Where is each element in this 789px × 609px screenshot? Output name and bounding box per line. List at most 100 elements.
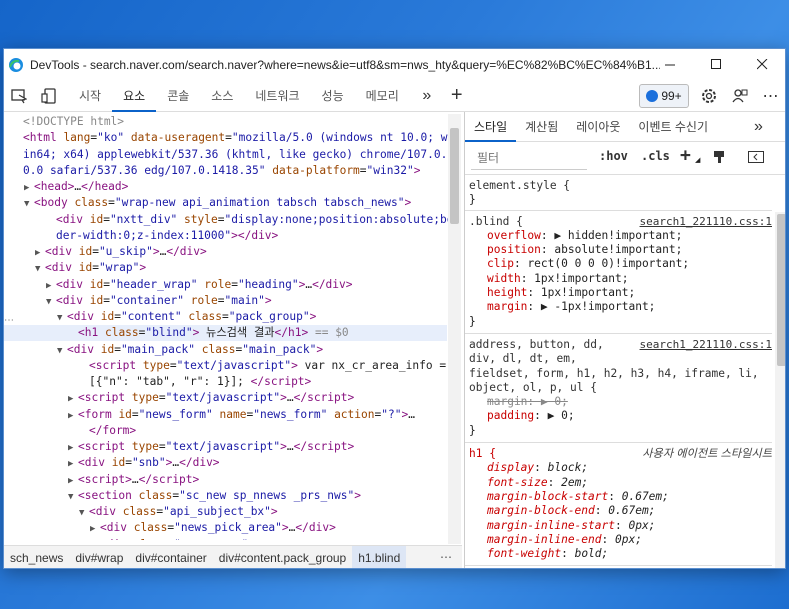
rule-selector[interactable]: element.style { — [469, 179, 772, 193]
dom-node-line[interactable]: ▼ <div id="container" role="main"> — [4, 293, 447, 309]
style-declaration[interactable]: position: absolute!important; — [469, 243, 772, 257]
property-value[interactable]: ▶ hidden!important; — [554, 229, 682, 242]
property-name[interactable]: margin — [487, 300, 527, 313]
inspect-element-button[interactable] — [4, 81, 34, 111]
dom-node-line[interactable]: ▶ <script type="text/javascript">…</scrip… — [4, 439, 447, 455]
style-rule[interactable]: element.style {} — [465, 175, 772, 211]
property-name[interactable]: position — [487, 243, 541, 256]
dom-node-line[interactable]: ▶ <script>…</script> — [4, 472, 447, 488]
style-declaration[interactable]: height: 1px!important; — [469, 286, 772, 300]
tab-5[interactable]: 성능 — [311, 80, 355, 112]
property-value[interactable]: bold; — [575, 547, 609, 560]
more-options-button[interactable]: ⋯ — [756, 81, 785, 111]
style-declaration[interactable]: margin-inline-start: 0px; — [469, 519, 772, 533]
tab-4[interactable]: 네트워크 — [244, 80, 310, 112]
property-name[interactable]: margin-block-start — [487, 490, 608, 503]
property-value[interactable]: absolute!important; — [554, 243, 682, 256]
elements-tree[interactable]: <!DOCTYPE html> <html lang="ko" data-use… — [4, 112, 462, 540]
style-rule[interactable]: .blind {search1_221110.css:1 overflow: ▶ … — [465, 211, 772, 334]
expand-arrow-icon[interactable]: ▶ — [68, 391, 78, 407]
property-name[interactable]: overflow — [487, 229, 541, 242]
style-declaration[interactable]: margin: ▶ 0; — [469, 395, 772, 409]
style-declaration[interactable]: width: 1px!important; — [469, 272, 772, 286]
property-name[interactable]: font-size — [487, 476, 548, 489]
property-name[interactable]: display — [487, 461, 534, 474]
selected-node-ellipsis-icon[interactable]: ⋯ — [4, 315, 14, 326]
style-declaration[interactable]: margin-block-start: 0.67em; — [469, 490, 772, 504]
maximize-button[interactable] — [693, 49, 739, 80]
property-name[interactable]: margin-inline-end — [487, 533, 602, 546]
property-value[interactable]: ▶ 0; — [541, 395, 568, 408]
dom-node-line[interactable]: [{"n": "tab", "r": 1}]; </script> — [4, 374, 447, 390]
dom-node-line[interactable]: 0.0 safari/537.36 edg/107.0.1418.35" dat… — [4, 163, 447, 179]
dom-node-line[interactable]: der-width:0;z-index:11000"></div> — [4, 228, 447, 244]
dom-node-line[interactable]: ▼ <div id="content" class="pack_group"> — [4, 309, 447, 325]
property-value[interactable]: 0px; — [615, 533, 642, 546]
expand-arrow-icon[interactable]: ▶ — [68, 456, 78, 472]
property-value[interactable]: 0px; — [628, 519, 655, 532]
dom-node-line[interactable]: <html lang="ko" data-useragent="mozilla/… — [4, 130, 447, 146]
collapse-arrow-icon[interactable]: ▼ — [68, 489, 78, 505]
property-value[interactable]: 1px!important; — [541, 286, 635, 299]
expand-arrow-icon[interactable]: ▶ — [68, 473, 78, 489]
style-declaration[interactable]: padding: ▶ 0; — [469, 409, 772, 423]
computed-sidebar-toggle-icon[interactable] — [748, 151, 764, 163]
property-name[interactable]: clip — [487, 257, 514, 270]
styles-scrollbar[interactable] — [775, 212, 785, 568]
breadcrumb-more-icon[interactable]: ⋯ — [440, 550, 452, 564]
collapse-arrow-icon[interactable]: ▼ — [57, 343, 67, 359]
dom-node-line[interactable]: ▼ <section class="sc_new sp_nnews _prs_nw… — [4, 488, 447, 504]
styles-tab-2[interactable]: 레이아웃 — [567, 112, 629, 142]
breadcrumb-item[interactable]: h1.blind — [352, 546, 407, 568]
tab-0[interactable]: 시작 — [68, 80, 112, 112]
elements-scrollbar-thumb[interactable] — [450, 128, 459, 224]
styles-tab-0[interactable]: 스타일 — [465, 112, 517, 142]
tab-1[interactable]: 요소 — [112, 80, 157, 112]
expand-arrow-icon[interactable]: ▶ — [90, 538, 100, 541]
minimize-button[interactable] — [647, 49, 693, 80]
dom-node-line[interactable]: <h1 class="blind"> 뉴스검색 결과</h1> == $0 — [4, 325, 447, 342]
dom-node-line[interactable]: ▼ <div id="main_pack" class="main_pack"> — [4, 342, 447, 358]
property-name[interactable]: margin — [487, 395, 527, 408]
elements-scrollbar[interactable] — [448, 114, 461, 544]
rule-source-link[interactable]: search1_221110.css:1 — [640, 215, 772, 229]
property-name[interactable]: margin-block-end — [487, 504, 595, 517]
dom-node-line[interactable]: ▶ <head>…</head> — [4, 179, 447, 195]
styles-scrollbar-thumb[interactable] — [777, 214, 785, 366]
expand-arrow-icon[interactable]: ▶ — [90, 521, 100, 537]
new-style-rule-icon[interactable]: + — [680, 145, 691, 166]
hover-state-toggle[interactable]: :hov — [599, 149, 628, 163]
rule-selector[interactable]: object, ol, p, ul { — [469, 381, 772, 395]
property-value[interactable]: 2em; — [561, 476, 588, 489]
collapse-arrow-icon[interactable]: ▼ — [57, 310, 67, 326]
breadcrumb-item[interactable]: div#container — [129, 546, 212, 568]
breadcrumb-item[interactable]: sch_news — [4, 546, 69, 568]
class-toggle[interactable]: .cls — [641, 149, 670, 163]
rule-selector[interactable]: div, dl, dt, em, — [469, 352, 772, 366]
expand-arrow-icon[interactable]: ▶ — [35, 245, 45, 261]
new-rule-dropdown-icon[interactable]: ◢ — [695, 156, 700, 164]
dom-node-line[interactable]: ▶ <div id="header_wrap" role="heading">…<… — [4, 277, 447, 293]
dom-node-line[interactable]: ▶ <div id="u_skip">…</div> — [4, 244, 447, 260]
expand-arrow-icon[interactable]: ▶ — [68, 408, 78, 424]
property-value[interactable]: 1px!important; — [534, 272, 628, 285]
more-tabs-button[interactable]: » — [412, 81, 442, 111]
property-value[interactable]: 0.67em; — [622, 490, 669, 503]
styles-more-tabs-icon[interactable]: » — [754, 118, 763, 136]
tab-2[interactable]: 콘솔 — [156, 80, 200, 112]
collapse-arrow-icon[interactable]: ▼ — [79, 505, 89, 521]
device-emulation-button[interactable] — [34, 81, 64, 111]
style-declaration[interactable]: margin: ▶ -1px!important; — [469, 300, 772, 314]
style-declaration[interactable]: margin-block-end: 0.67em; — [469, 504, 772, 518]
dom-node-line[interactable]: ▼ <div class="api_subject_bx"> — [4, 504, 447, 520]
rule-source-link[interactable]: search1_221110.css:1 — [640, 338, 772, 352]
dom-node-line[interactable]: <div id="nxtt_div" style="display:none;p… — [4, 212, 460, 228]
breadcrumb-item[interactable]: div#wrap — [69, 546, 129, 568]
dom-node-line[interactable]: ▶ <form id="news_form" name="news_form" a… — [4, 407, 447, 423]
expand-arrow-icon[interactable]: ▶ — [24, 180, 34, 196]
styles-tab-3[interactable]: 이벤트 수신기 — [629, 112, 717, 142]
property-value[interactable]: rect(0 0 0 0)!important; — [527, 257, 689, 270]
add-tab-button[interactable]: + — [442, 81, 472, 111]
settings-button[interactable] — [694, 81, 724, 111]
issues-badge[interactable]: 99+ — [639, 84, 689, 108]
